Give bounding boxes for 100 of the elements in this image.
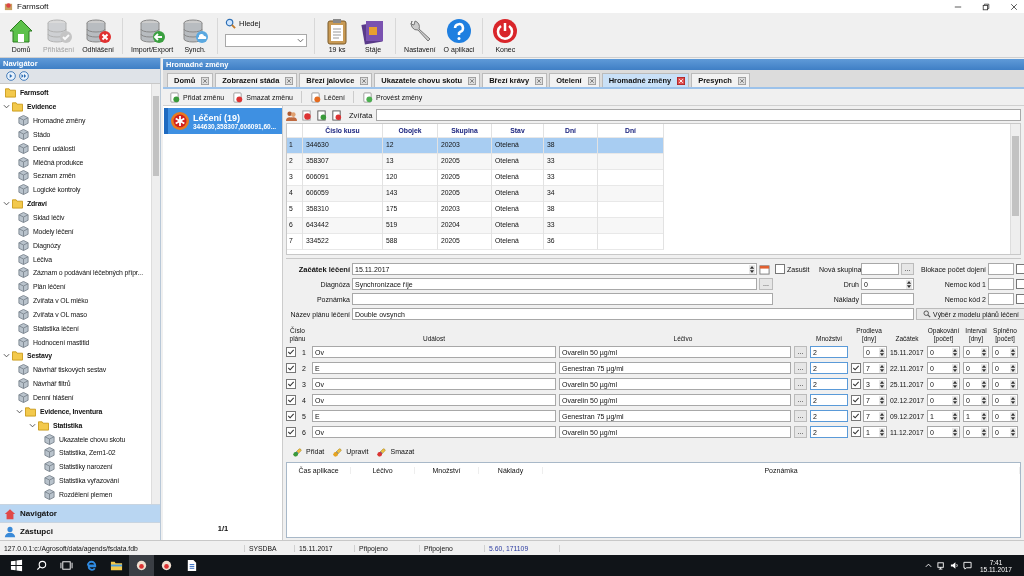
table-cell [598, 136, 664, 154]
home-icon [7, 17, 35, 45]
spin-arrows-icon[interactable] [952, 427, 958, 437]
checkbox[interactable] [1016, 279, 1024, 289]
table-cell [598, 200, 664, 218]
spin-arrows-icon[interactable] [952, 411, 958, 421]
chevron-up-icon[interactable] [923, 561, 933, 570]
checkbox[interactable] [1016, 264, 1024, 274]
spin-arrows-icon[interactable] [981, 411, 987, 421]
remove-icon[interactable] [301, 109, 312, 121]
close-icon[interactable] [201, 76, 210, 85]
input-field[interactable] [988, 263, 1014, 275]
play-icon[interactable] [6, 71, 16, 81]
app-icon[interactable] [129, 555, 154, 576]
checkbox[interactable] [851, 395, 861, 405]
help-icon [444, 17, 473, 45]
input-field[interactable] [352, 293, 773, 305]
navigator-section[interactable]: Zástupci [0, 522, 160, 540]
search-field[interactable] [225, 34, 308, 47]
cube-icon [44, 461, 55, 473]
checkbox[interactable] [286, 379, 296, 389]
filter-field[interactable] [376, 109, 1021, 121]
spin-arrows-icon[interactable] [981, 363, 987, 373]
change-title: Léčení (19) [193, 112, 241, 123]
spin-arrows-icon[interactable] [1010, 379, 1016, 389]
document-add-icon[interactable] [316, 109, 327, 121]
close-icon[interactable] [587, 76, 596, 85]
navigator-section[interactable]: Navigátor [0, 504, 160, 522]
window-title: Farmsoft [17, 2, 49, 11]
network-icon[interactable] [936, 561, 946, 570]
chevron-icon[interactable] [3, 103, 10, 111]
close-icon[interactable] [535, 76, 544, 85]
spin-arrows-icon[interactable] [981, 427, 987, 437]
spin-arrows-icon[interactable] [879, 395, 885, 405]
chevron-icon[interactable] [3, 200, 10, 208]
spin-arrows-icon[interactable] [879, 347, 885, 357]
checkbox[interactable] [851, 411, 861, 421]
spin-arrows-icon[interactable] [1010, 427, 1016, 437]
calendar-icon[interactable] [759, 263, 770, 275]
spin-arrows-icon[interactable] [879, 411, 885, 421]
checkbox[interactable] [286, 411, 296, 421]
table-cell [598, 152, 664, 170]
checkbox[interactable] [286, 363, 296, 373]
spin-arrows-icon[interactable] [749, 264, 755, 274]
cube-icon [44, 433, 55, 445]
close-icon[interactable] [285, 76, 294, 85]
spin-arrows-icon[interactable] [1010, 411, 1016, 421]
scrollbar[interactable] [151, 84, 160, 504]
cube-icon [18, 267, 29, 279]
spin-arrows-icon[interactable] [879, 379, 885, 389]
close-icon[interactable] [468, 76, 477, 85]
input-field[interactable] [861, 293, 914, 305]
restore-icon[interactable] [982, 2, 990, 11]
folder-icon [12, 101, 23, 113]
input-field[interactable] [861, 263, 899, 275]
spin-arrows-icon[interactable] [1010, 363, 1016, 373]
message-icon[interactable] [962, 561, 972, 570]
cube-icon [18, 392, 29, 403]
document-remove-icon[interactable] [331, 109, 342, 121]
checkbox[interactable] [286, 395, 296, 405]
chevron-icon[interactable] [29, 421, 36, 429]
input-field[interactable] [988, 293, 1014, 305]
table-cell [598, 168, 664, 186]
input-field[interactable] [988, 278, 1014, 290]
spin-arrows-icon[interactable] [879, 427, 885, 437]
chevron-icon[interactable] [16, 407, 23, 415]
spin-arrows-icon[interactable] [906, 279, 912, 289]
volume-icon[interactable] [949, 561, 959, 570]
spin-arrows-icon[interactable] [952, 379, 958, 389]
document-icon [361, 91, 373, 103]
scrollbar[interactable] [1010, 124, 1020, 254]
close-icon[interactable] [677, 76, 686, 85]
checkbox[interactable] [851, 379, 861, 389]
spin-arrows-icon[interactable] [1010, 347, 1016, 357]
database-icon [84, 17, 113, 45]
spin-arrows-icon[interactable] [952, 395, 958, 405]
database-icon [181, 17, 210, 45]
cube-icon [18, 336, 29, 348]
spin-arrows-icon[interactable] [879, 363, 885, 373]
spin-arrows-icon[interactable] [981, 347, 987, 357]
chevron-icon[interactable] [3, 352, 10, 360]
spin-arrows-icon[interactable] [981, 395, 987, 405]
checkbox[interactable] [851, 363, 861, 373]
close-icon[interactable] [1010, 2, 1018, 11]
people-icon[interactable] [286, 109, 297, 121]
spin-arrows-icon[interactable] [981, 379, 987, 389]
close-icon[interactable] [737, 76, 746, 85]
spin-arrows-icon[interactable] [952, 347, 958, 357]
fast-forward-icon[interactable] [19, 71, 29, 81]
checkbox[interactable] [775, 264, 785, 274]
cube-icon [44, 475, 55, 487]
checkbox[interactable] [286, 427, 296, 437]
checkbox[interactable] [1016, 294, 1024, 304]
folder-icon [12, 350, 23, 362]
cube-icon [18, 170, 29, 182]
checkbox[interactable] [851, 427, 861, 437]
spin-arrows-icon[interactable] [952, 363, 958, 373]
checkbox[interactable] [286, 347, 296, 357]
close-icon[interactable] [360, 76, 369, 85]
spin-arrows-icon[interactable] [1010, 395, 1016, 405]
